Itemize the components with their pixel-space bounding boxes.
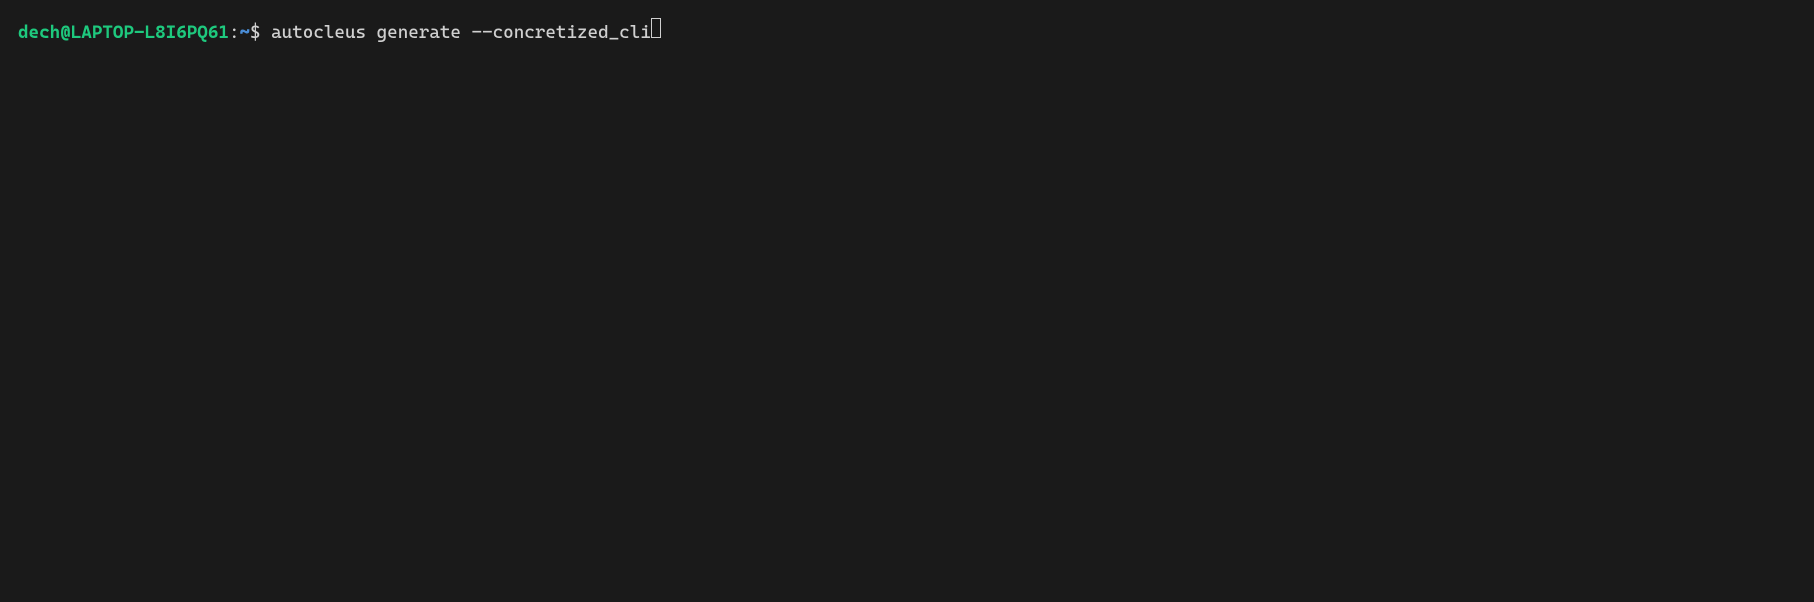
- text-cursor: [651, 18, 661, 38]
- prompt-symbol: $: [250, 21, 271, 44]
- current-path: ~: [239, 21, 250, 44]
- terminal-window[interactable]: dech@LAPTOP-L8I6PQ61:~$ autocleus genera…: [0, 0, 1814, 602]
- user-host: dech@LAPTOP-L8I6PQ61: [18, 21, 229, 44]
- scrollbar[interactable]: [1800, 0, 1814, 602]
- colon-separator: :: [229, 21, 240, 44]
- prompt-line: dech@LAPTOP-L8I6PQ61:~$ autocleus genera…: [18, 18, 1796, 44]
- command-input[interactable]: autocleus generate --concretized_cli: [271, 21, 651, 44]
